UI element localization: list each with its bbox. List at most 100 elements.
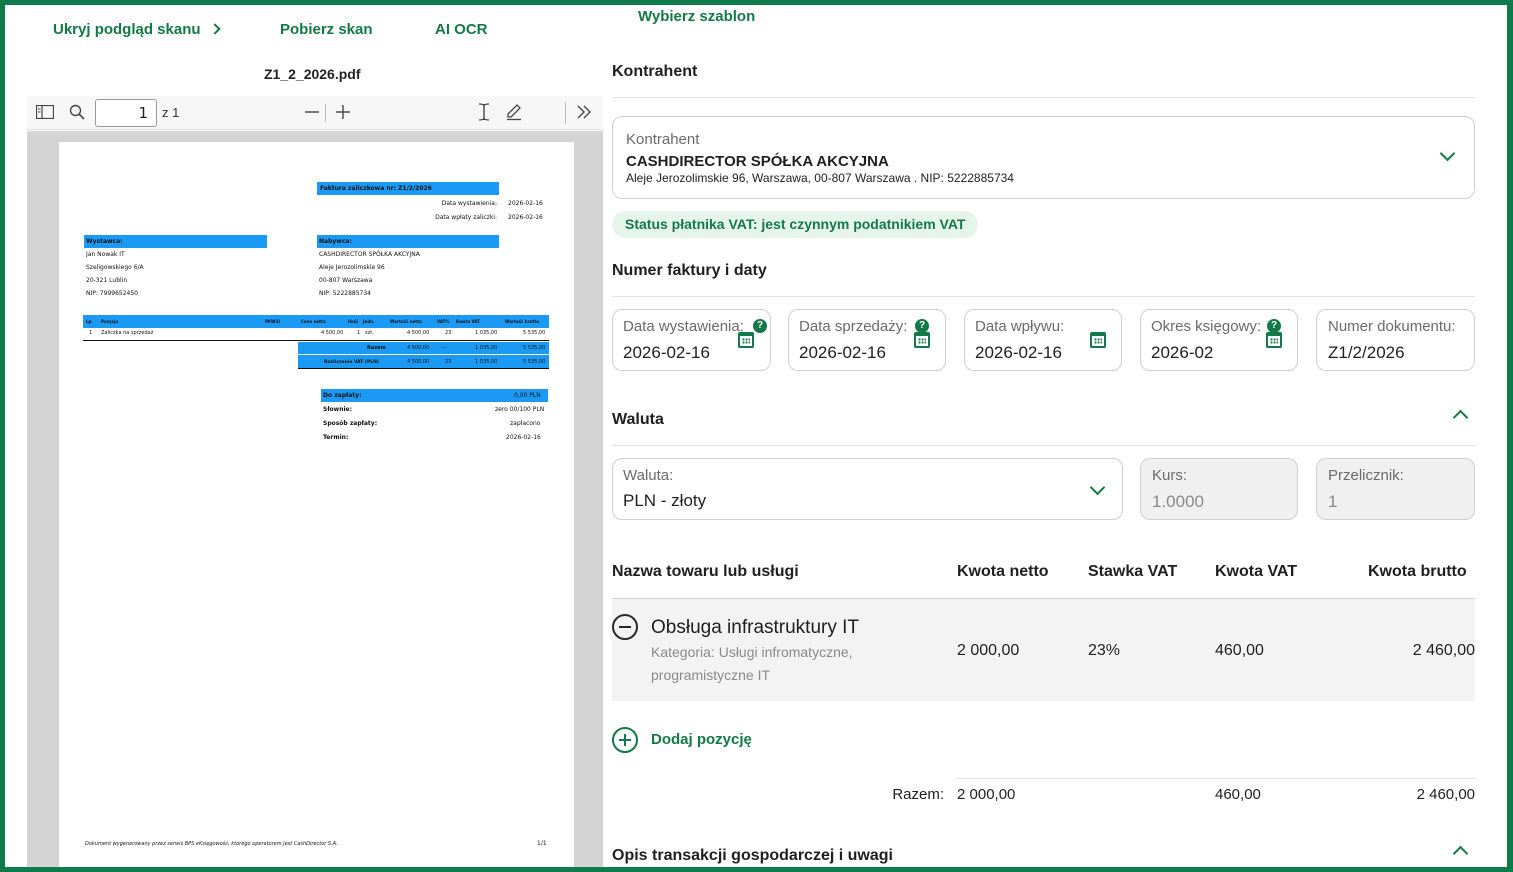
pdf-th: Jedn.	[363, 319, 375, 324]
ai-ocr-link[interactable]: AI OCR	[435, 21, 488, 38]
totals-label: Razem:	[892, 786, 944, 803]
divider	[612, 445, 1475, 446]
download-scan-link[interactable]: Pobierz skan	[280, 21, 373, 38]
currency-select[interactable]: Waluta: PLN - złoty	[612, 458, 1123, 520]
pdf-termin-label: Termin:	[323, 434, 349, 441]
chevron-up-icon[interactable]	[1452, 845, 1469, 862]
pdf-td: 4 500,00	[321, 330, 344, 336]
sale-date-field[interactable]: Data sprzedaży: 2026-02-16 ?	[788, 309, 946, 371]
sidebar-toggle-icon[interactable]	[35, 104, 55, 123]
accounting-period-value: 2026-02	[1151, 343, 1214, 362]
double-chevron-right-icon[interactable]	[576, 105, 592, 123]
page-number-input[interactable]: 1	[95, 99, 157, 127]
hide-preview-link[interactable]: Ukryj podgląd skanu	[53, 21, 221, 38]
pdf-issue-label: Data wystawienia:	[441, 200, 497, 207]
pdf-td: 1	[357, 330, 361, 336]
zoom-out-icon[interactable]	[304, 103, 320, 123]
help-icon[interactable]: ?	[1267, 319, 1281, 333]
pdf-seller-line: NIP: 7999652450	[86, 290, 138, 297]
pdf-seller-line: Jan Nowak IT	[86, 251, 125, 258]
item-net: 2 000,00	[957, 642, 1020, 659]
pdf-seller-line: 20-321 Lublin	[86, 277, 128, 284]
pdf-td: 23	[445, 330, 452, 336]
receipt-date-field[interactable]: Data wpływu: 2026-02-16	[964, 309, 1122, 371]
description-section-title: Opis transakcji gospodarczej i uwagi	[612, 847, 893, 864]
items-header-vat: Kwota VAT	[1215, 563, 1298, 580]
pdf-th: Wartość netto	[390, 319, 422, 324]
pdf-razem-value: 1 035,00	[475, 345, 498, 351]
pdf-th: VAT%	[437, 319, 450, 324]
exchange-rate-field[interactable]: Kurs: 1.0000	[1140, 458, 1298, 520]
document-number-label: Numer dokumentu:	[1328, 318, 1456, 335]
pdf-rozliczenie-value: 23	[445, 359, 452, 365]
totals-vat: 460,00	[1215, 786, 1261, 803]
add-circle-icon[interactable]	[612, 727, 638, 753]
pdf-th: Ilość	[348, 319, 359, 324]
accounting-period-field[interactable]: Okres księgowy: 2026-02 ?	[1140, 309, 1298, 371]
sale-date-value: 2026-02-16	[799, 343, 886, 362]
pdf-rozliczenie-value: 5 535,00	[523, 359, 546, 365]
pdf-td: 1	[89, 330, 93, 336]
choose-template-link[interactable]: Wybierz szablon	[638, 8, 755, 25]
divider	[612, 296, 1475, 297]
draw-pen-icon[interactable]	[505, 103, 523, 125]
add-item-label[interactable]: Dodaj pozycję	[651, 731, 752, 748]
contractor-section-title: Kontrahent	[612, 63, 698, 80]
calendar-icon[interactable]	[1090, 332, 1106, 348]
pdf-buyer-header: Nabywca:	[317, 235, 499, 248]
pdf-td: szt.	[365, 330, 374, 336]
item-category-line: programistyczne IT	[651, 667, 771, 683]
text-select-icon[interactable]	[477, 102, 491, 126]
pdf-rozliczenie-value: 4 500,00	[407, 359, 430, 365]
chevron-right-icon	[208, 23, 221, 35]
hide-preview-label: Ukryj podgląd skanu	[53, 21, 201, 38]
toolbar-divider	[325, 104, 326, 122]
pdf-rozliczenie-label: Rozliczenie VAT (PLN)	[324, 360, 379, 365]
remove-item-icon[interactable]	[612, 614, 638, 640]
items-header-gross: Kwota brutto	[1368, 563, 1467, 580]
pdf-table-rule	[298, 368, 549, 369]
contractor-select[interactable]: Kontrahent CASHDIRECTOR SPÓŁKA AKCYJNA A…	[612, 116, 1475, 199]
pdf-buyer-line: CASHDIRECTOR SPÓŁKA AKCYJNA	[319, 251, 420, 258]
converter-field[interactable]: Przelicznik: 1	[1316, 458, 1475, 520]
chevron-down-icon[interactable]	[1439, 145, 1456, 162]
pdf-razem-value: 4 500,00	[407, 345, 430, 351]
divider	[957, 778, 1475, 779]
pdf-toolbar: 1 z 1	[27, 96, 603, 130]
pdf-th: Cena netto	[301, 319, 326, 324]
zoom-in-icon[interactable]	[335, 103, 351, 123]
help-icon[interactable]: ?	[915, 319, 929, 333]
pdf-slownie-value: zero 00/100 PLN	[495, 406, 545, 413]
calendar-icon[interactable]	[914, 332, 930, 348]
issue-date-value: 2026-02-16	[623, 343, 710, 362]
calendar-icon[interactable]	[1266, 332, 1282, 348]
converter-value: 1	[1328, 492, 1338, 511]
issue-date-field[interactable]: Data wystawienia: 2026-02-16 ?	[612, 309, 771, 371]
totals-gross: 2 460,00	[1416, 786, 1475, 803]
calendar-icon[interactable]	[738, 332, 754, 348]
pdf-td: Zaliczka na sprzedaż	[101, 330, 154, 336]
pdf-th: PKWiU	[265, 319, 281, 324]
pdf-buyer-line: NIP: 5222885734	[319, 290, 371, 297]
pdf-footer: Dokument wygenerowany przez serwis BPS e…	[85, 841, 338, 847]
pdf-sposob-value: zapłacono	[510, 420, 541, 427]
sale-date-label: Data sprzedaży:	[799, 318, 908, 335]
chevron-up-icon[interactable]	[1452, 409, 1469, 426]
item-vat-rate: 23%	[1088, 642, 1121, 659]
totals-net: 2 000,00	[957, 786, 1016, 803]
item-name: Obsługa infrastruktury IT	[651, 617, 860, 638]
exchange-rate-value: 1.0000	[1152, 492, 1204, 511]
currency-value: PLN - złoty	[623, 491, 707, 510]
pdf-issue-value: 2026-02-16	[508, 200, 543, 207]
pdf-payment-value: 2026-02-16	[508, 214, 543, 221]
search-icon[interactable]	[69, 104, 85, 124]
toolbar-divider	[565, 102, 566, 124]
pdf-seller-line: Szeligowskiego 6/A	[86, 264, 144, 271]
pdf-invoice-title: Faktura zaliczkowa nr: Z1/2/2026	[317, 182, 499, 195]
chevron-down-icon[interactable]	[1089, 479, 1106, 496]
pdf-do-zaplaty-label: Do zapłaty:	[323, 392, 362, 399]
currency-label: Waluta:	[623, 467, 674, 484]
pdf-canvas: Faktura zaliczkowa nr: Z1/2/2026 Data wy…	[27, 131, 603, 872]
help-icon[interactable]: ?	[753, 319, 767, 333]
document-number-field[interactable]: Numer dokumentu: Z1/2/2026	[1316, 309, 1475, 371]
